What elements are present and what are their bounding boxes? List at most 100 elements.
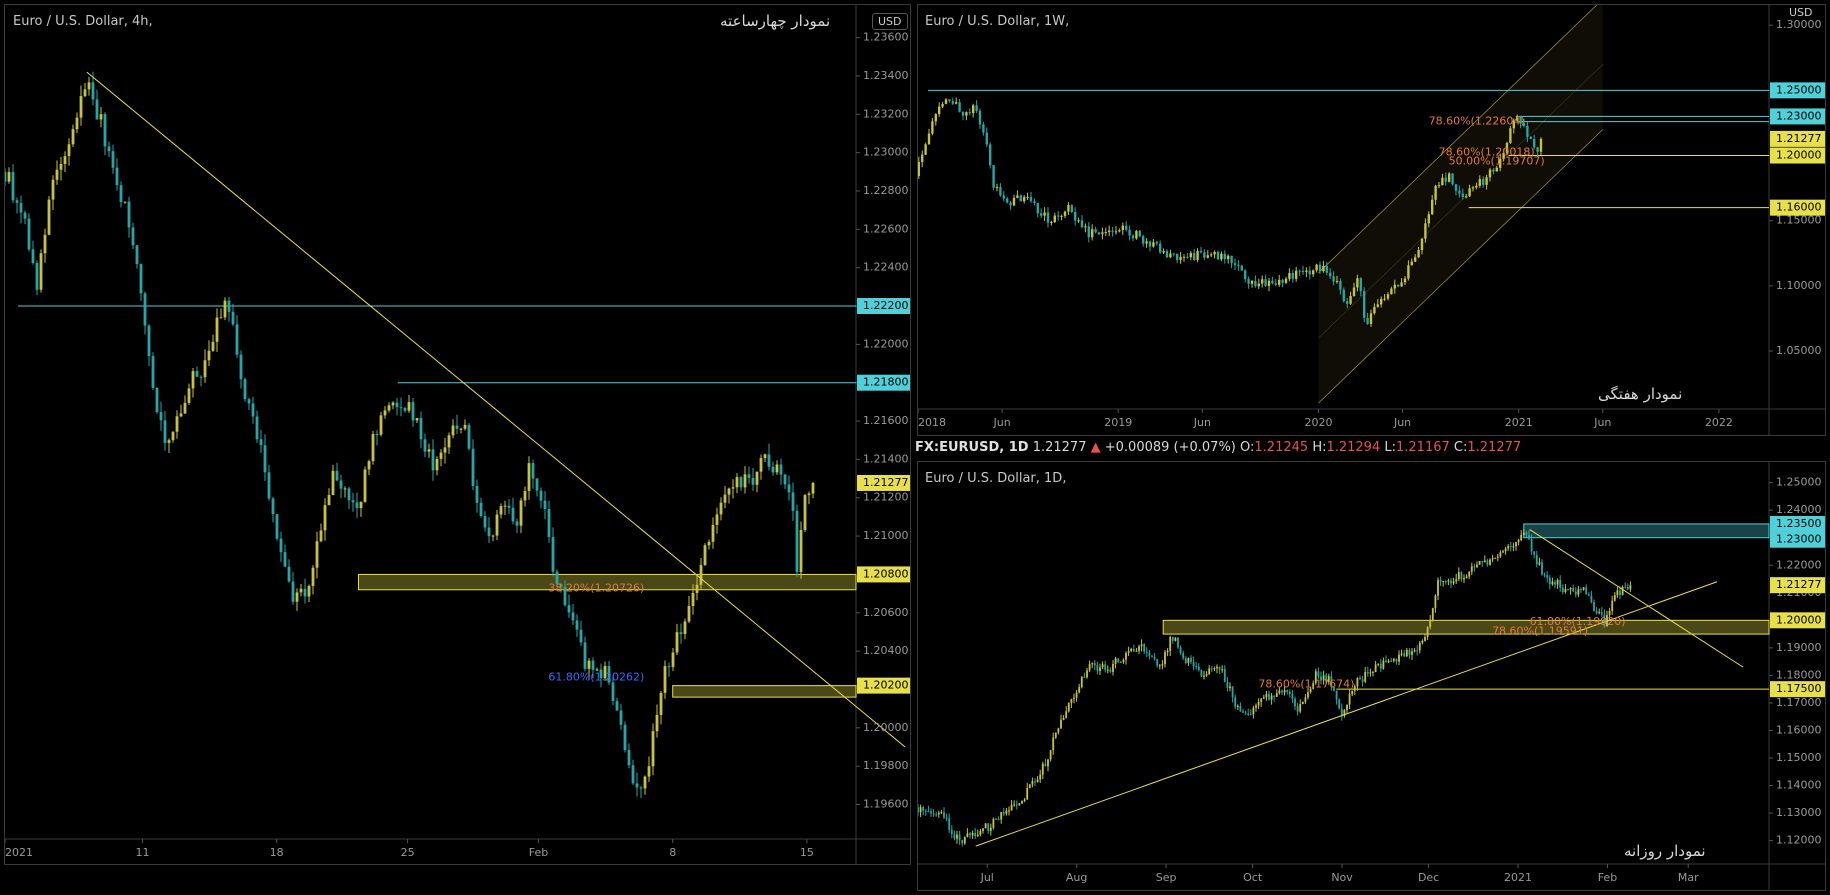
candle-body (1397, 284, 1400, 287)
candle-body (1522, 532, 1525, 535)
support-zone[interactable] (1523, 523, 1770, 539)
candle-body (1301, 701, 1304, 705)
trendline[interactable] (86, 71, 906, 748)
candle-body (1342, 289, 1345, 302)
candle-body (1267, 280, 1271, 286)
y-tick-label: 1.30000 (1776, 18, 1822, 31)
candle-body (779, 464, 783, 475)
candle-body (1315, 264, 1318, 271)
candle-body (771, 466, 775, 473)
x-tick-label: Mar (1678, 871, 1699, 884)
candle-body (719, 502, 723, 515)
candle-body (799, 529, 803, 573)
candle-body (83, 89, 87, 97)
candle-body (495, 514, 499, 536)
candle-body (1087, 226, 1090, 238)
candle-body (1148, 652, 1151, 656)
candle-body (251, 403, 255, 417)
candle-body (1482, 179, 1485, 185)
candle-body (199, 376, 203, 378)
candle-body (924, 810, 927, 812)
candle-body (419, 418, 423, 440)
y-tick-label: 1.20400 (863, 644, 909, 657)
x-tick-label: Feb (1598, 871, 1617, 884)
support-zone[interactable] (1162, 619, 1770, 635)
candle-body (1407, 265, 1410, 279)
candle-body (1468, 571, 1471, 577)
chart-1d-svg[interactable]: 61.80%(1.19920)78.60%(1.19591)78.60%(1.1… (918, 462, 1826, 891)
candle-body (1252, 707, 1255, 715)
candle-body (1179, 647, 1182, 654)
candle-body (1349, 295, 1352, 304)
quote-change: +0.00089 (+0.07%) (1104, 440, 1236, 455)
candle-body (1351, 690, 1354, 695)
candle-body (1304, 697, 1307, 702)
y-tick-label: 1.23000 (863, 146, 909, 159)
chart-1d-caption: نمودار روزانه (1624, 842, 1706, 860)
candle-body (335, 470, 339, 481)
candle-body (1431, 199, 1434, 215)
candle-body (1080, 220, 1084, 228)
y-tick-label: 1.20000 (863, 721, 909, 734)
candle-body (263, 445, 267, 473)
candle-body (1416, 650, 1419, 652)
chart-4h-svg[interactable]: 38.20%(1.20726) 61.80%(1.20262) 1.23600 1.2… (5, 5, 911, 865)
candle-body (1145, 241, 1148, 244)
candle-body (1278, 279, 1281, 285)
candle-body (23, 212, 27, 219)
support-zone[interactable] (672, 685, 857, 698)
candle-body (1028, 784, 1031, 789)
chart-pane-1w[interactable]: 78.60%(1.22604) 78.60%(1.20018) 50.00%(1.1… (917, 4, 1826, 436)
quote-open-label: O: (1240, 440, 1255, 455)
candle-body (989, 144, 992, 166)
fib-level-label: 50.00%(1.19707) (1449, 154, 1545, 167)
candle-body (1118, 230, 1121, 232)
candle-body (1340, 708, 1343, 716)
currency-button-4h[interactable]: USD (872, 13, 908, 30)
candle-body (1230, 255, 1233, 264)
candle-body (1236, 705, 1239, 707)
candle-body (1234, 697, 1237, 707)
chart-1w-svg[interactable]: 78.60%(1.22604)78.60%(1.20018)50.00%(1.1… (918, 5, 1826, 436)
candle-body (547, 509, 551, 538)
candle-body (1073, 697, 1075, 699)
candle-body (1127, 651, 1130, 654)
candle-body (1060, 719, 1062, 729)
candle-body (1434, 595, 1437, 609)
chart-pane-1d[interactable]: 61.80%(1.19920) 78.60%(1.19591) 78.60%(1.1… (917, 461, 1826, 891)
candle-body (1216, 666, 1218, 669)
trendline[interactable] (1529, 529, 1744, 668)
candle-body (791, 492, 795, 511)
candle-body (1465, 196, 1468, 198)
candle-body (1329, 272, 1332, 277)
candle-body (1172, 253, 1175, 255)
candle-body (1155, 242, 1158, 244)
candle-body (1050, 222, 1053, 224)
candle-body (395, 402, 399, 408)
chart-pane-4h[interactable]: 38.20%(1.20726) 61.80%(1.20262) 1.23600 1.2… (4, 4, 911, 865)
candle-body (1369, 313, 1373, 324)
candle-body (989, 827, 992, 831)
candle-body (1478, 561, 1481, 565)
candle-body (919, 807, 922, 813)
candle-body (475, 486, 479, 503)
candle-body (1496, 556, 1499, 558)
candle-body (1036, 779, 1039, 783)
candle-body (471, 448, 475, 487)
candle-body (997, 818, 1000, 820)
candle-body (1130, 648, 1133, 652)
candle-body (1260, 698, 1263, 702)
candle-body (1429, 619, 1432, 628)
candle-body (51, 179, 55, 200)
candle-body (1140, 644, 1143, 647)
candle-body (1067, 205, 1070, 212)
candle-body (283, 552, 287, 567)
candle-body (695, 584, 699, 593)
candle-body (1231, 686, 1234, 698)
candle-body (207, 350, 211, 361)
quote-symbol[interactable]: FX:EURUSD, 1D (915, 440, 1029, 455)
candle-body (43, 234, 47, 254)
candle-body (311, 567, 315, 586)
candle-body (1216, 251, 1220, 260)
candle-body (511, 507, 515, 522)
